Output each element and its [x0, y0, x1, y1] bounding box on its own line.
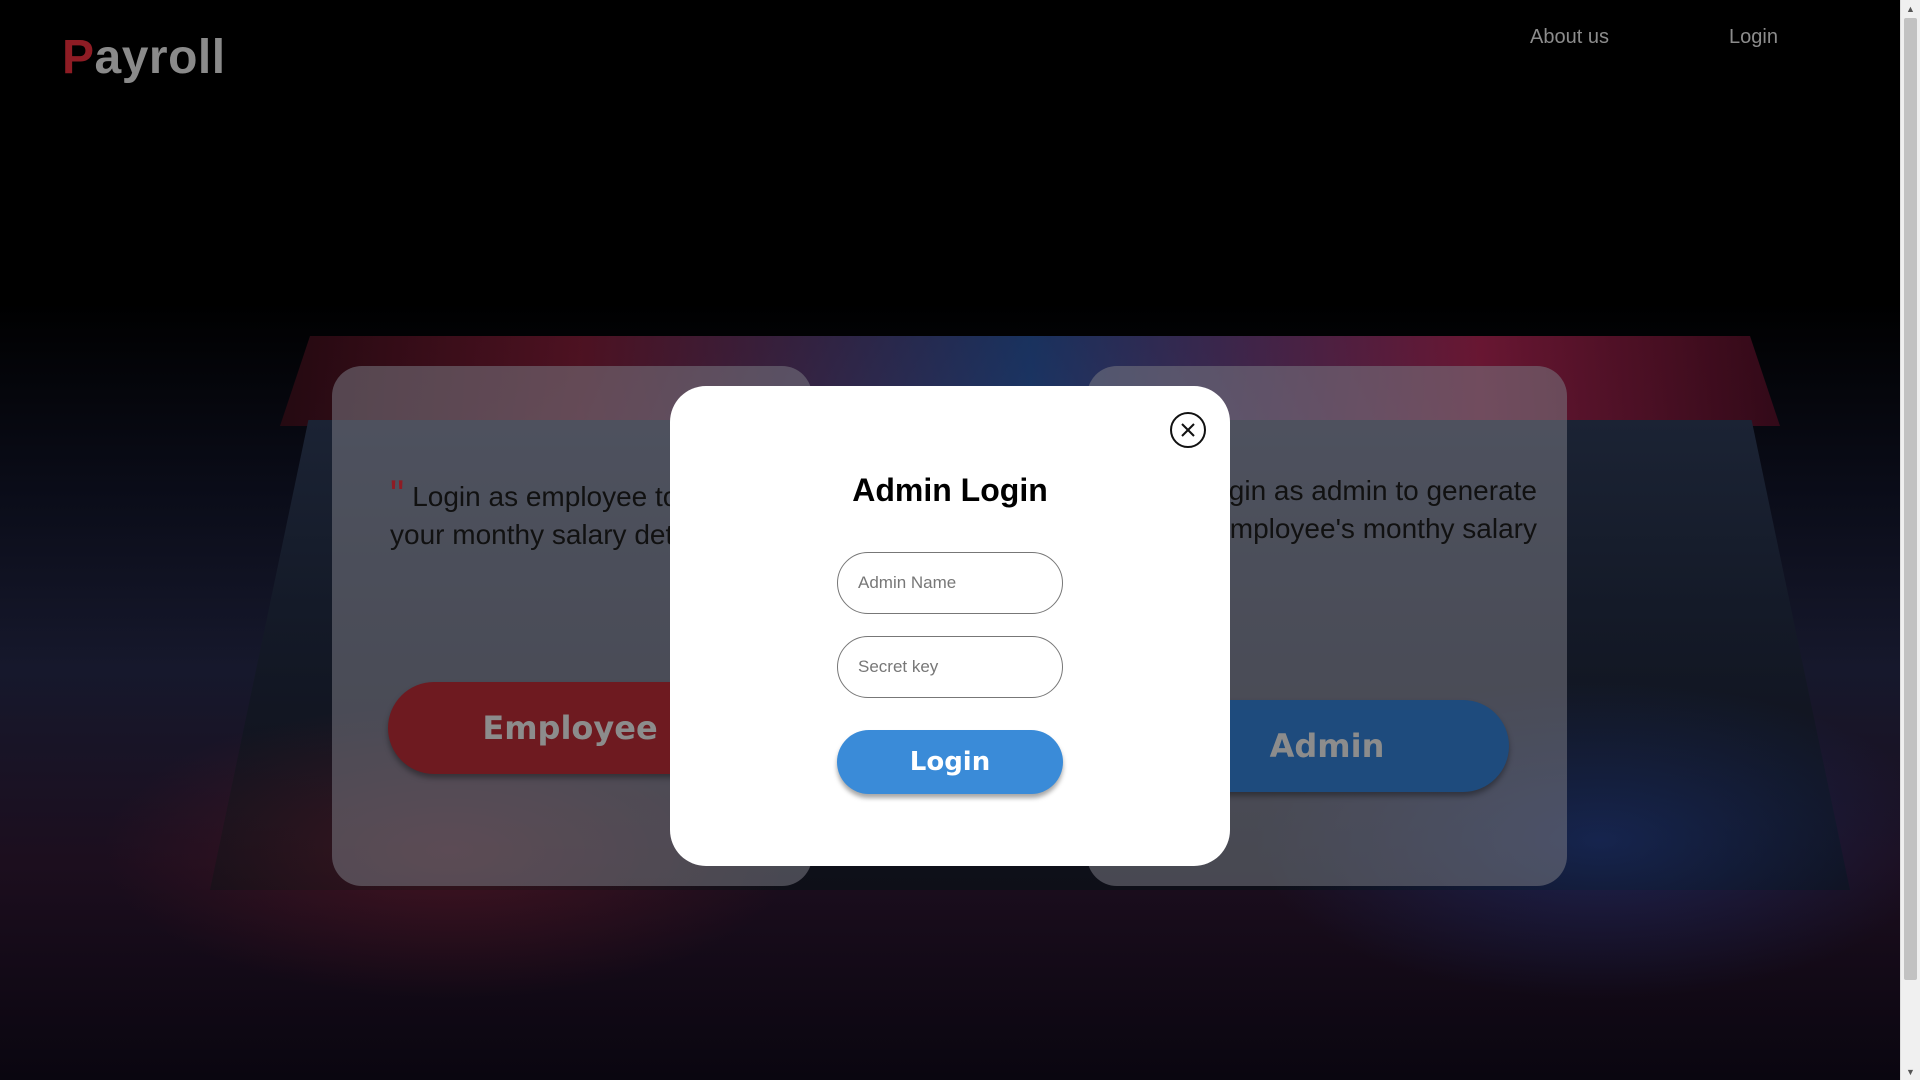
scroll-down-arrow-icon[interactable]: ▼ [1901, 1063, 1920, 1080]
vertical-scrollbar[interactable]: ▲ ▼ [1900, 0, 1920, 1080]
secret-key-input[interactable] [837, 636, 1063, 698]
login-button[interactable]: Login [837, 730, 1063, 794]
admin-login-modal: Admin Login Login [670, 386, 1230, 866]
close-x-icon [1181, 423, 1195, 437]
scrollbar-thumb[interactable] [1904, 18, 1917, 980]
admin-name-input[interactable] [837, 552, 1063, 614]
modal-title: Admin Login [852, 472, 1048, 508]
close-icon[interactable] [1170, 412, 1206, 448]
scroll-up-arrow-icon[interactable]: ▲ [1901, 0, 1920, 17]
